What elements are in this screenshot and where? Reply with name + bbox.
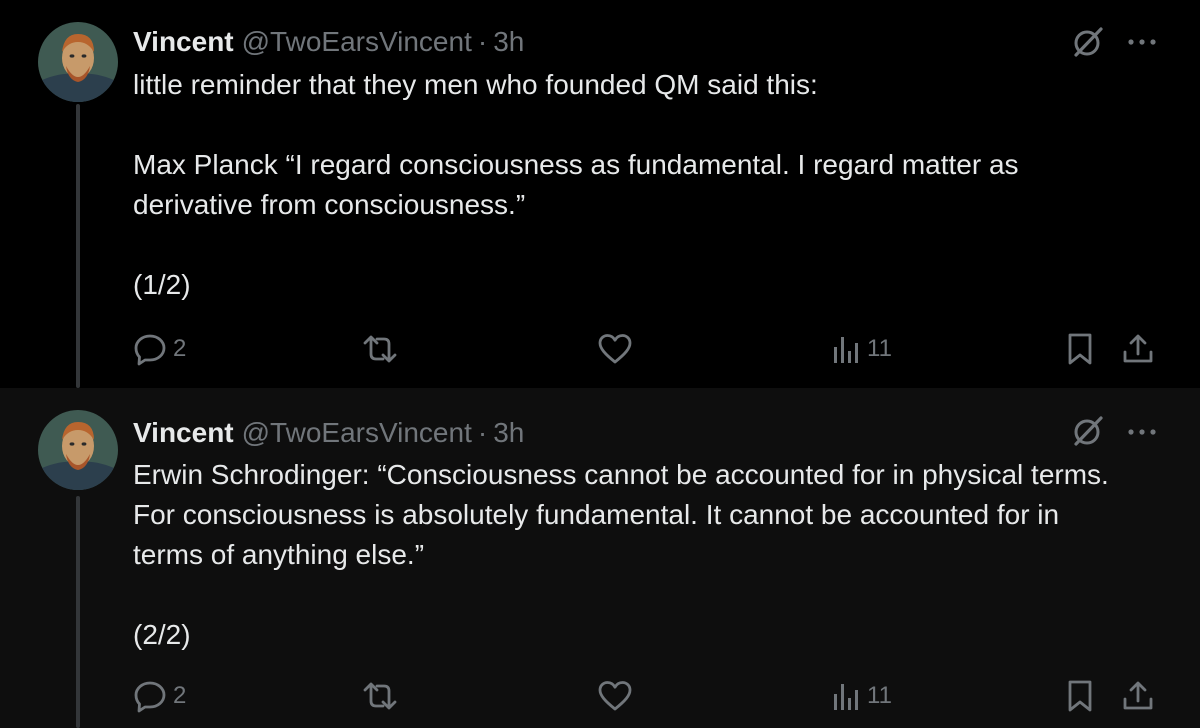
tweet-paragraph: Erwin Schrodinger: “Consciousness cannot… (133, 459, 1109, 570)
separator-dot: · (477, 417, 488, 448)
views-count: 11 (867, 335, 892, 362)
avatar[interactable] (38, 410, 118, 490)
reply-icon (134, 334, 166, 366)
action-bar: 2 11 (133, 329, 1173, 369)
timestamp[interactable]: 3h (493, 26, 524, 57)
views-button[interactable]: 11 (831, 676, 892, 716)
reply-count: 2 (173, 335, 187, 362)
retweet-button[interactable] (361, 329, 405, 369)
retweet-icon (363, 335, 397, 363)
share-button[interactable] (1121, 329, 1155, 369)
reply-icon (134, 681, 166, 713)
avatar[interactable] (38, 22, 118, 102)
action-bar: 2 11 (133, 676, 1173, 716)
like-icon (598, 681, 632, 711)
like-button[interactable] (597, 329, 639, 369)
bookmark-button[interactable] (1065, 329, 1095, 369)
tweet-paragraph: (2/2) (133, 619, 191, 650)
reply-count: 2 (173, 682, 187, 709)
retweet-icon (363, 682, 397, 710)
author-handle[interactable]: @TwoEarsVincent (242, 417, 472, 448)
reply-button[interactable]: 2 (133, 329, 186, 369)
bookmark-icon (1068, 333, 1092, 365)
reply-button[interactable]: 2 (133, 676, 186, 716)
tweet-paragraph: (1/2) (133, 269, 191, 300)
author-name[interactable]: Vincent (133, 26, 234, 57)
tweet-text: Erwin Schrodinger: “Consciousness cannot… (133, 455, 1133, 655)
tweet[interactable]: Vincent @TwoEarsVincent · 3h little reminde… (0, 0, 1200, 388)
timestamp[interactable]: 3h (493, 417, 524, 448)
views-icon (834, 337, 858, 363)
retweet-button[interactable] (361, 676, 405, 716)
share-icon (1123, 681, 1153, 710)
thread-line (76, 104, 80, 388)
author-name[interactable]: Vincent (133, 417, 234, 448)
bookmark-icon (1068, 680, 1092, 712)
tweet-paragraph: little reminder that they men who founde… (133, 69, 818, 100)
grok-icon[interactable] (1070, 413, 1106, 449)
tweet-text: little reminder that they men who founde… (133, 65, 1133, 305)
author-handle[interactable]: @TwoEarsVincent (242, 26, 472, 57)
share-button[interactable] (1121, 676, 1155, 716)
tweet-header: Vincent @TwoEarsVincent · 3h (133, 22, 524, 62)
more-icon[interactable] (1124, 424, 1160, 440)
tweet-header: Vincent @TwoEarsVincent · 3h (133, 413, 524, 453)
views-count: 11 (867, 682, 892, 709)
thread-line (76, 496, 80, 728)
grok-icon[interactable] (1070, 24, 1106, 60)
like-button[interactable] (597, 676, 639, 716)
views-icon (834, 684, 858, 710)
views-button[interactable]: 11 (831, 329, 892, 369)
like-icon (598, 334, 632, 364)
separator-dot: · (477, 26, 488, 57)
share-icon (1123, 334, 1153, 363)
bookmark-button[interactable] (1065, 676, 1095, 716)
tweet-paragraph: Max Planck “I regard consciousness as fu… (133, 149, 1019, 220)
more-icon[interactable] (1124, 34, 1160, 50)
